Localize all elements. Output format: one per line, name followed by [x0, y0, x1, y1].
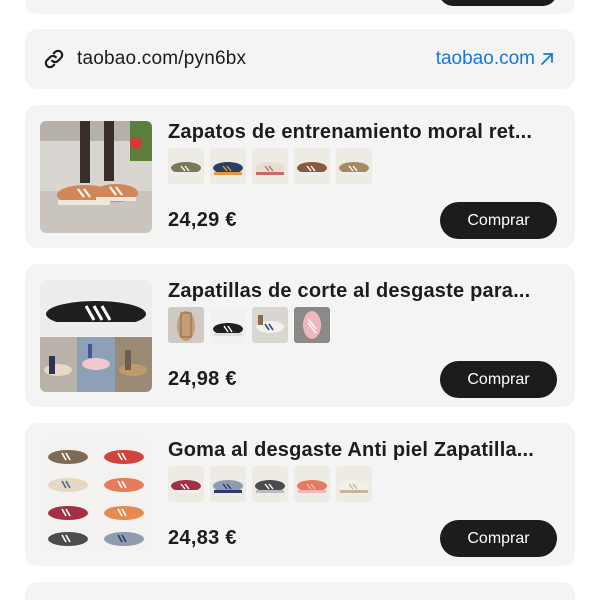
open-domain-link[interactable]: taobao.com — [436, 48, 557, 70]
variant-thumbnail[interactable] — [168, 148, 204, 184]
product-title[interactable]: Zapatos de entrenamiento moral ret... — [168, 121, 560, 144]
buy-button-label: Comprar — [467, 211, 530, 229]
product-card[interactable]: Zapatillas de corte al desgaste para... … — [25, 264, 575, 407]
variant-thumbnail[interactable] — [252, 148, 288, 184]
product-price: 24,29 € — [168, 209, 237, 231]
product-card[interactable]: Goma al desgaste Anti piel Zapatilla... … — [25, 423, 575, 566]
variant-thumbnail[interactable] — [294, 307, 330, 343]
buy-button-label: Comprar — [467, 370, 530, 388]
buy-button[interactable]: Comprar — [440, 520, 557, 557]
chat-feed: taobao.com/pyn6bx taobao.com Zapatos de … — [0, 0, 600, 600]
link-preview-card[interactable]: taobao.com/pyn6bx taobao.com — [25, 29, 575, 89]
variant-thumbnail[interactable] — [210, 148, 246, 184]
variant-thumbnail[interactable] — [252, 307, 288, 343]
variant-thumbnail[interactable] — [294, 148, 330, 184]
link-icon — [43, 47, 67, 71]
buy-button-label: Comprar — [467, 529, 530, 547]
variant-thumbnail[interactable] — [336, 148, 372, 184]
variant-thumbnail[interactable] — [294, 466, 330, 502]
variant-thumbnail[interactable] — [168, 307, 204, 343]
previous-buy-button[interactable] — [439, 0, 557, 6]
variant-thumbnail[interactable] — [252, 466, 288, 502]
product-price: 24,98 € — [168, 368, 237, 390]
previous-card-stub — [25, 0, 575, 14]
variant-thumbnail[interactable] — [168, 466, 204, 502]
product-image[interactable] — [40, 280, 152, 392]
variant-options — [168, 466, 372, 502]
product-title[interactable]: Goma al desgaste Anti piel Zapatilla... — [168, 439, 560, 462]
product-price: 24,83 € — [168, 527, 237, 549]
short-url-text: taobao.com/pyn6bx — [77, 48, 247, 69]
domain-link-label: taobao.com — [435, 48, 535, 69]
product-title[interactable]: Zapatillas de corte al desgaste para... — [168, 280, 560, 303]
variant-options — [168, 148, 372, 184]
variant-thumbnail[interactable] — [336, 466, 372, 502]
buy-button[interactable]: Comprar — [440, 202, 557, 239]
product-image[interactable] — [40, 439, 152, 551]
variant-thumbnail[interactable] — [210, 307, 246, 343]
arrow-up-right-icon — [539, 50, 557, 68]
product-image[interactable] — [40, 121, 152, 233]
next-product-card-stub[interactable] — [25, 582, 575, 600]
variant-options — [168, 307, 330, 343]
product-card[interactable]: Zapatos de entrenamiento moral ret... 24… — [25, 105, 575, 248]
variant-thumbnail[interactable] — [210, 466, 246, 502]
buy-button[interactable]: Comprar — [440, 361, 557, 398]
